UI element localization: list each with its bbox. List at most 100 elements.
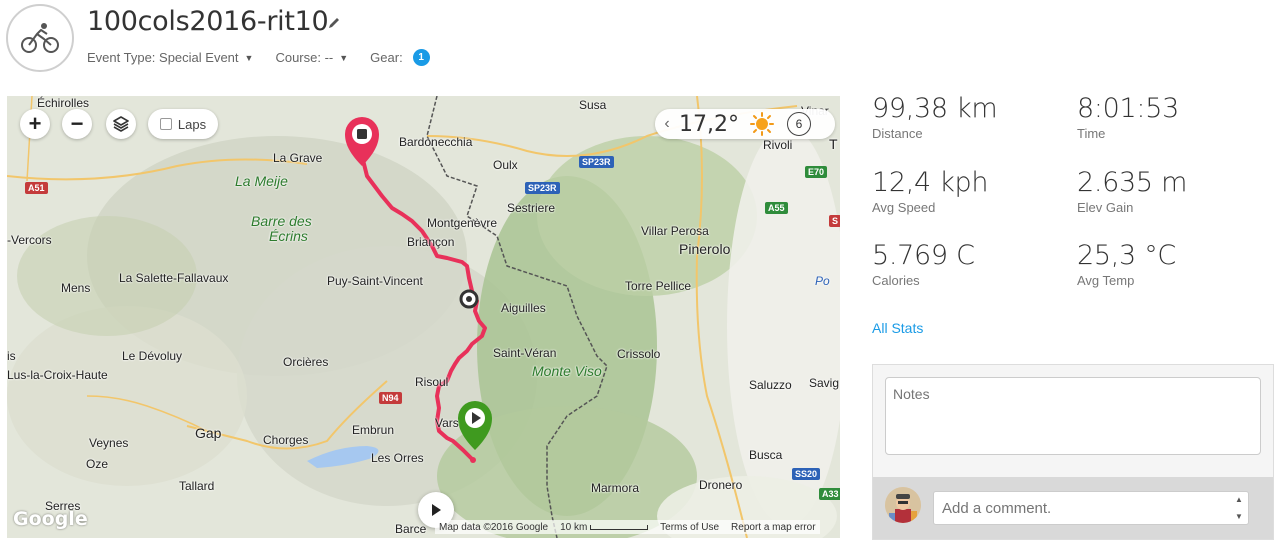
map-label-montgenevre: Montgenèvre [427, 216, 498, 230]
map-label-briancon: Briançon [407, 235, 455, 249]
map-label-vars: Vars [435, 416, 459, 430]
road-badge-a33: A33 [819, 488, 840, 500]
map-label-embrun: Embrun [352, 423, 395, 437]
map-label-les-orres: Les Orres [371, 451, 424, 465]
stat-avg-speed: 12,4 kph Avg Speed [872, 167, 989, 216]
map-label-le-devoluy: Le Dévoluy [122, 349, 183, 363]
map-label-la-grave: La Grave [273, 151, 323, 165]
laps-checkbox[interactable] [159, 118, 172, 130]
map-label-orcieres: Orcières [283, 355, 329, 369]
map-label-la-salette: La Salette-Fallavaux [119, 271, 229, 285]
map-label-veynes: Veynes [89, 436, 129, 450]
map-label-monte-viso: Monte Viso [532, 363, 602, 379]
stat-elev-gain-value: 2.635 m [1077, 167, 1188, 198]
stat-calories-label: Calories [872, 273, 920, 288]
map-label-rivoli: Rivoli [763, 138, 793, 152]
map-label-crissolo: Crissolo [617, 347, 661, 361]
zoom-in-button[interactable]: + [20, 109, 50, 139]
map-label-la-meije: La Meije [235, 173, 288, 189]
terms-of-use-link[interactable]: Terms of Use [660, 522, 719, 533]
stat-avg-speed-value: 12,4 kph [872, 167, 989, 198]
stat-distance-label: Distance [872, 126, 923, 141]
map-label-gap: Gap [195, 425, 222, 441]
map-label-aiguilles: Aiguilles [501, 301, 546, 315]
comment-spinner[interactable]: ▲ ▼ [1233, 495, 1245, 521]
comment-row: ▲ ▼ [873, 477, 1273, 539]
stat-time-value: 8:01:53 [1077, 93, 1179, 124]
report-map-error-link[interactable]: Report a map error [731, 522, 815, 533]
road-badge-s: S [829, 215, 840, 227]
map-label-marmora: Marmora [591, 481, 640, 495]
road-badge-sp23r-2: SP23R [525, 182, 560, 194]
stat-avg-temp: 25,3 °C Avg Temp [1077, 240, 1176, 289]
map-label-po: Po [815, 274, 830, 288]
map-label-torre-pellice: Torre Pellice [625, 279, 692, 293]
map-label-lus-la-croix: Lus-la-Croix-Haute [7, 368, 108, 382]
user-avatar-icon [885, 487, 921, 523]
activity-map[interactable]: Échirolles Susa Bardonecchia La Grave Ou… [7, 96, 840, 538]
map-label-oze: Oze [86, 457, 109, 471]
event-type-dropdown[interactable]: Event Type: Special Event ▼ [87, 50, 253, 65]
stat-avg-temp-value: 25,3 °C [1077, 240, 1176, 271]
map-label-savig: Savig [809, 376, 840, 390]
bicycle-icon [21, 23, 59, 53]
map-label-saint-veran: Saint-Véran [493, 346, 557, 360]
activity-meta: Event Type: Special Event ▼ Course: -- ▼… [87, 49, 430, 66]
stat-time-label: Time [1077, 126, 1106, 141]
road-badge-ss20: SS20 [792, 468, 821, 480]
map-label-pinerolo: Pinerolo [679, 241, 731, 257]
stat-calories-value: 5.769 C [872, 240, 975, 271]
stat-elev-gain: 2.635 m Elev Gain [1077, 167, 1188, 216]
chevron-left-icon[interactable]: ‹ [655, 115, 679, 133]
map-label-is: is [7, 349, 16, 363]
spin-up-icon[interactable]: ▲ [1235, 495, 1243, 504]
gear-selector[interactable]: Gear: 1 [370, 49, 430, 66]
road-badge-a55: A55 [765, 202, 788, 214]
course-label: Course: -- [275, 50, 334, 65]
zoom-out-button[interactable]: − [62, 109, 92, 139]
road-badge-a51: A51 [25, 182, 48, 194]
map-label-ecrins: Écrins [269, 228, 308, 244]
map-label-sestriere: Sestriere [507, 201, 556, 215]
stat-calories: 5.769 C Calories [872, 240, 975, 289]
map-label-barre-des: Barre des [251, 213, 312, 229]
map-scale-label: 10 km [560, 521, 588, 533]
map-layers-button[interactable] [106, 109, 136, 139]
avatar [885, 487, 921, 523]
map-label-vercors: -Vercors [7, 233, 52, 247]
road-badge-sp23r: SP23R [579, 156, 614, 168]
scale-bar [590, 524, 649, 530]
map-footer: Map data ©2016 Google 10 km Terms of Use… [435, 520, 820, 534]
gear-count-badge[interactable]: 1 [412, 49, 430, 66]
notes-textarea[interactable] [885, 377, 1261, 455]
laps-label: Laps [177, 116, 207, 132]
road-badge-e70: E70 [805, 166, 828, 178]
comment-input[interactable] [933, 491, 1249, 525]
gear-label: Gear: [370, 50, 403, 65]
course-dropdown[interactable]: Course: -- ▼ [275, 50, 348, 65]
map-label-dronero: Dronero [699, 478, 743, 492]
map-label-t: T [829, 136, 838, 152]
map-label-bardonecchia: Bardonecchia [399, 135, 473, 149]
stat-avg-speed-label: Avg Speed [872, 200, 936, 215]
stat-avg-temp-label: Avg Temp [1077, 273, 1135, 288]
all-stats-link[interactable]: All Stats [872, 320, 923, 336]
map-label-busca: Busca [749, 448, 783, 462]
map-scale: 10 km [560, 521, 649, 533]
map-terrain [7, 96, 840, 538]
laps-toggle[interactable]: Laps [148, 109, 218, 139]
caret-down-icon: ▼ [339, 52, 349, 63]
sun-icon [750, 112, 774, 136]
map-label-villar-perosa: Villar Perosa [641, 224, 709, 238]
google-logo: Google [13, 508, 88, 530]
spin-down-icon[interactable]: ▼ [1235, 512, 1243, 521]
pencil-edit-icon[interactable] [327, 16, 341, 30]
map-label-chorges: Chorges [263, 433, 309, 447]
activity-title: 100cols2016-rit10 [87, 6, 329, 37]
map-label-saluzzo: Saluzzo [749, 378, 792, 392]
map-label-barce: Barce [395, 522, 427, 536]
layers-icon [113, 116, 129, 132]
stat-distance: 99,38 km Distance [872, 94, 998, 142]
map-label-mens: Mens [61, 281, 91, 295]
map-label-echirolles: Échirolles [37, 96, 90, 110]
